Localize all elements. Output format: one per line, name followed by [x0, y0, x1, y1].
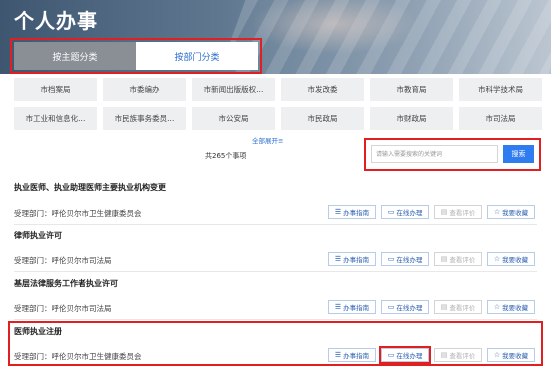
department-item[interactable]: 市新闻出版版权... — [192, 78, 275, 101]
star-icon: ☆ — [493, 351, 501, 359]
online-apply-button[interactable]: ▭ 在线办理 — [381, 205, 429, 219]
divider — [14, 271, 537, 272]
search-input[interactable] — [371, 145, 498, 163]
online-apply-button[interactable]: ▭ 在线办理 — [381, 252, 429, 266]
total-count: 共265个事项 — [205, 152, 247, 160]
star-icon: ☆ — [493, 208, 501, 216]
guide-button[interactable]: ☰ 办事指南 — [328, 348, 376, 362]
divider — [14, 224, 537, 225]
online-apply-button[interactable]: ▭ 在线办理 — [381, 300, 429, 314]
page-title: 个人办事 — [14, 9, 98, 33]
department-item[interactable]: 市工业和信息化... — [14, 107, 97, 130]
comment-icon: ▤ — [440, 255, 448, 263]
search-button[interactable]: 搜索 — [503, 145, 534, 163]
tab-by-department[interactable]: 按部门分类 — [136, 42, 258, 70]
department-item[interactable]: 市档案局 — [14, 78, 97, 101]
star-icon: ☆ — [493, 255, 501, 263]
monitor-icon: ▭ — [387, 255, 395, 263]
department-item[interactable]: 市财政局 — [370, 107, 453, 130]
comment-icon: ▤ — [440, 208, 448, 216]
item-department: 受理部门：呼伦贝尔市司法局 — [14, 256, 112, 265]
list-icon: ☰ — [334, 255, 342, 263]
item-department: 受理部门：呼伦贝尔市卫生健康委员会 — [14, 209, 142, 218]
item-department: 受理部门：呼伦贝尔市卫生健康委员会 — [14, 352, 142, 361]
item-title[interactable]: 基层法律服务工作者执业许可 — [14, 278, 118, 289]
department-item[interactable]: 市公安局 — [192, 107, 275, 130]
department-item[interactable]: 市司法局 — [459, 107, 542, 130]
monitor-icon: ▭ — [387, 351, 395, 359]
item-title[interactable]: 律师执业许可 — [14, 230, 62, 241]
online-apply-button[interactable]: ▭ 在线办理 — [381, 348, 429, 362]
favorite-button[interactable]: ☆ 我要收藏 — [487, 252, 535, 266]
list-icon: ☰ — [334, 303, 342, 311]
favorite-button[interactable]: ☆ 我要收藏 — [487, 348, 535, 362]
comment-icon: ▤ — [440, 303, 448, 311]
view-evaluation-button[interactable]: ▤ 查看评价 — [434, 205, 482, 219]
monitor-icon: ▭ — [387, 303, 395, 311]
view-evaluation-button[interactable]: ▤ 查看评价 — [434, 252, 482, 266]
department-item[interactable]: 市民政局 — [281, 107, 364, 130]
view-evaluation-button[interactable]: ▤ 查看评价 — [434, 300, 482, 314]
hand-background — [250, 0, 420, 54]
guide-button[interactable]: ☰ 办事指南 — [328, 252, 376, 266]
department-item[interactable]: 市教育局 — [370, 78, 453, 101]
list-icon: ☰ — [334, 351, 342, 359]
department-item[interactable]: 市民族事务委员... — [103, 107, 186, 130]
item-title[interactable]: 执业医师、执业助理医师主要执业机构变更 — [14, 182, 166, 193]
expand-all-link[interactable]: 全部展开≡ — [252, 135, 283, 145]
guide-button[interactable]: ☰ 办事指南 — [328, 205, 376, 219]
item-department: 受理部门：呼伦贝尔市司法局 — [14, 304, 112, 313]
favorite-button[interactable]: ☆ 我要收藏 — [487, 205, 535, 219]
category-tabs: 按主题分类 按部门分类 — [14, 42, 258, 70]
star-icon: ☆ — [493, 303, 501, 311]
divider — [14, 319, 537, 320]
view-evaluation-button[interactable]: ▤ 查看评价 — [434, 348, 482, 362]
department-item[interactable]: 市科学技术局 — [459, 78, 542, 101]
guide-button[interactable]: ☰ 办事指南 — [328, 300, 376, 314]
department-grid: 市档案局 市委编办 市新闻出版版权... 市发改委 市教育局 市科学技术局 市工… — [14, 78, 542, 130]
list-icon: ☰ — [334, 208, 342, 216]
item-title[interactable]: 医师执业注册 — [14, 326, 62, 337]
tab-by-theme[interactable]: 按主题分类 — [14, 42, 136, 70]
department-item[interactable]: 市发改委 — [281, 78, 364, 101]
department-item[interactable]: 市委编办 — [103, 78, 186, 101]
favorite-button[interactable]: ☆ 我要收藏 — [487, 300, 535, 314]
monitor-icon: ▭ — [387, 208, 395, 216]
comment-icon: ▤ — [440, 351, 448, 359]
